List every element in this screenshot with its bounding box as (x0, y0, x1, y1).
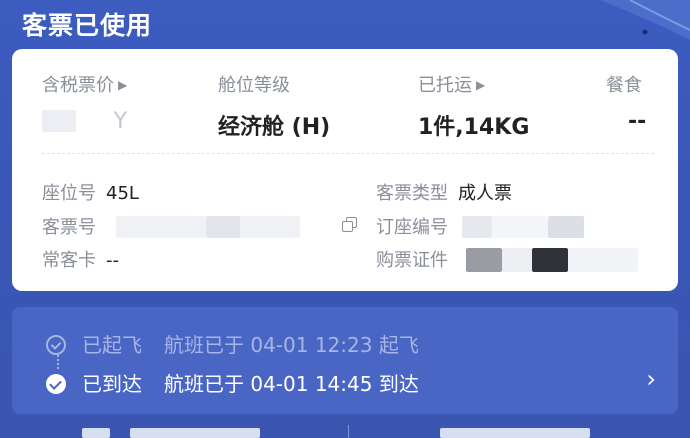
fare-label: 含税票价 (42, 75, 114, 96)
baggage-value: 1件,14KG (418, 115, 530, 140)
chevron-right-icon[interactable]: › (646, 365, 656, 393)
departed-label: 已起飞 (82, 333, 142, 357)
id-document-row: 购票证件 (376, 246, 638, 272)
bottom-action-bar-partial (0, 425, 690, 438)
dashed-divider (42, 153, 654, 154)
departed-detail: 航班已于 04-01 12:23 起飞 (164, 333, 419, 357)
fare-currency: Y (113, 109, 128, 134)
status-departed: 已起飞 航班已于 04-01 12:23 起飞 (46, 329, 419, 358)
booking-code-row: 订座编号 (376, 213, 584, 239)
redacted-block (465, 248, 502, 272)
frequent-flyer-label: 常客卡 (42, 250, 96, 271)
frequent-flyer-value: -- (106, 250, 119, 271)
caret-right-icon: ▶ (118, 78, 128, 92)
meal-value: -- (628, 109, 647, 134)
seat-label: 座位号 (42, 183, 96, 204)
copy-icon[interactable] (342, 217, 358, 233)
check-circle-icon (46, 374, 66, 394)
redacted-block (461, 216, 492, 238)
passenger-type-label: 客票类型 (376, 183, 448, 204)
id-document-label: 购票证件 (376, 250, 448, 271)
cabin-class-value: 经济舱 (H) (218, 115, 331, 140)
meal-label: 餐食 (606, 75, 642, 96)
caret-right-icon: ▶ (476, 78, 486, 92)
bottom-separator (348, 425, 349, 438)
redacted-block (531, 248, 568, 272)
seat-value: 45L (106, 183, 139, 204)
redacted-block (239, 216, 300, 238)
baggage-label: 已托运 (418, 75, 472, 96)
redacted-block (491, 216, 548, 238)
arrived-label: 已到达 (82, 372, 142, 396)
flight-status-panel[interactable]: 已起飞 航班已于 04-01 12:23 起飞 已到达 航班已于 04-01 14:… (12, 307, 678, 414)
redacted-block (547, 216, 584, 238)
redacted-block (567, 248, 638, 272)
page-title: 客票已使用 (22, 11, 153, 40)
cabin-class-column: 舱位等级 经济舱 (H) (218, 71, 330, 141)
redacted-block (42, 110, 76, 132)
redacted-block (501, 248, 532, 272)
baggage-column[interactable]: 已托运 ▶ 1件,14KG (418, 71, 529, 141)
frequent-flyer-row: 常客卡 -- (42, 246, 119, 272)
passenger-type-row: 客票类型 成人票 (376, 179, 512, 205)
passenger-type-value: 成人票 (458, 183, 512, 204)
redacted-block (205, 216, 240, 238)
ticket-number-row: 客票号 (42, 213, 300, 239)
meal-column: 餐食 -- (606, 71, 646, 134)
ticket-number-label: 客票号 (42, 217, 96, 238)
arrived-detail: 航班已于 04-01 14:45 到达 (164, 372, 419, 396)
check-circle-icon (46, 335, 66, 355)
fare-value: Y (42, 109, 127, 134)
redacted-block (115, 216, 206, 238)
status-arrived: 已到达 航班已于 04-01 14:45 到达 (46, 368, 419, 397)
airplane-decoration-icon (600, 0, 690, 40)
fare-column[interactable]: 含税票价 ▶ Y (42, 71, 127, 134)
seat-row: 座位号 45L (42, 179, 139, 205)
timeline-connector (57, 355, 59, 369)
cabin-class-label: 舱位等级 (218, 75, 290, 96)
ticket-info-card: 含税票价 ▶ Y 舱位等级 经济舱 (H) 已托运 ▶ 1件,14KG 餐食 -- … (12, 49, 678, 291)
booking-code-label: 订座编号 (376, 217, 448, 238)
